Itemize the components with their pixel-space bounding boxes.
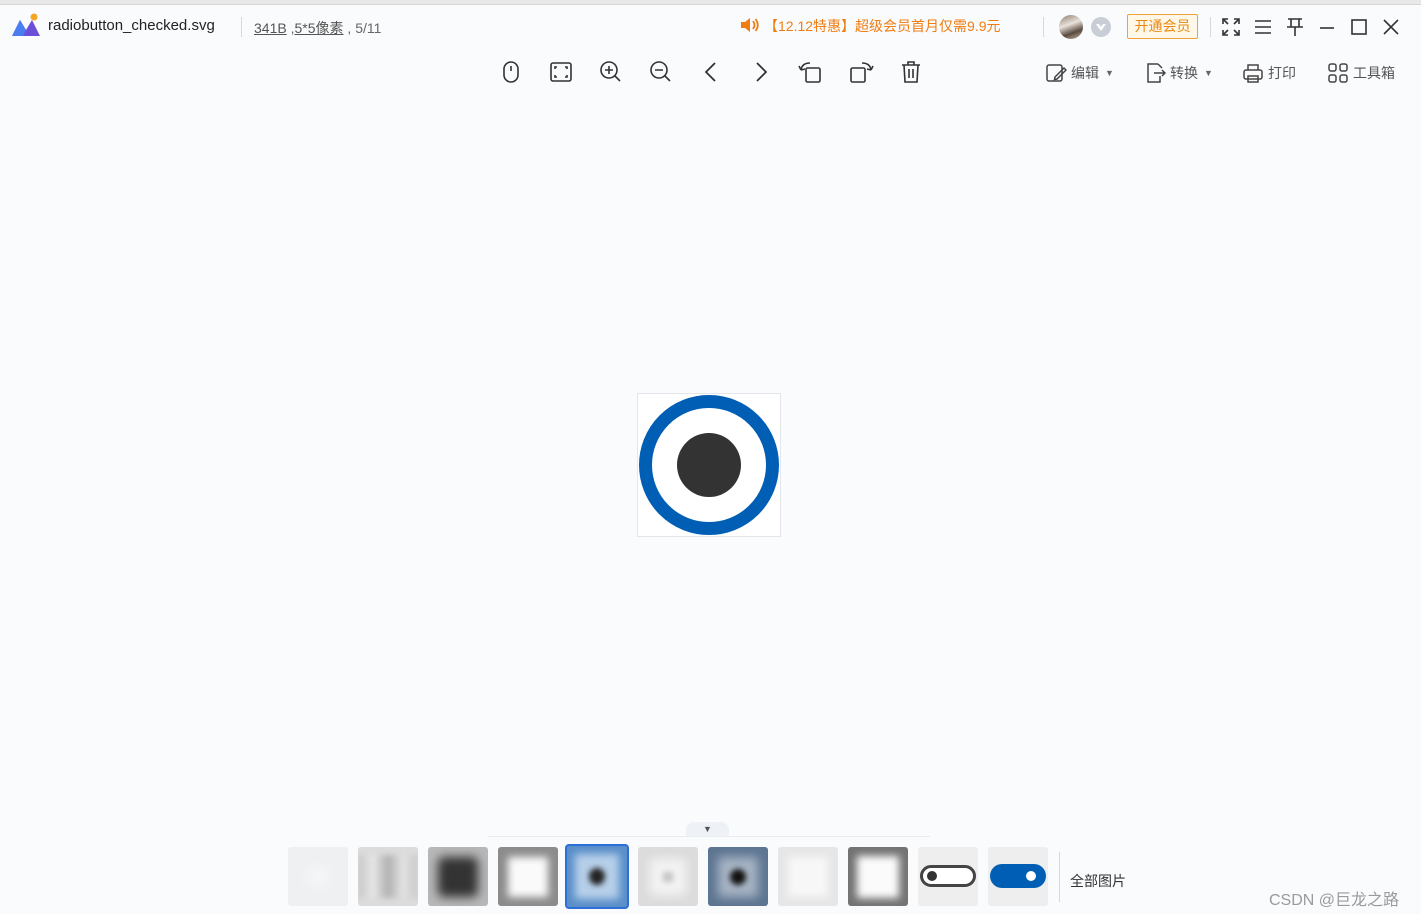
thumbnail-item[interactable]: [638, 847, 698, 906]
previous-image-button[interactable]: [697, 58, 725, 86]
rotate-right-icon: [850, 62, 874, 83]
zoom-in-icon: [600, 61, 621, 82]
edit-label: 编辑: [1071, 65, 1099, 81]
thumbnail-item[interactable]: [778, 847, 838, 906]
convert-icon: [1147, 63, 1166, 83]
caret-down-icon: ▼: [1204, 68, 1213, 78]
printer-icon: [1243, 64, 1263, 83]
open-vip-button[interactable]: 开通会员: [1127, 14, 1198, 39]
pin-icon[interactable]: [1283, 15, 1307, 39]
image-dimensions[interactable]: 5*5像素: [294, 20, 343, 36]
promo-banner[interactable]: 【12.12特惠】超级会员首月仅需9.9元: [740, 16, 1001, 36]
fullscreen-icon[interactable]: [1219, 15, 1243, 39]
all-images-link[interactable]: 全部图片: [1070, 871, 1126, 891]
thumbnail-item[interactable]: [848, 847, 908, 906]
file-info: 341B ,5*5像素 , 5/11: [254, 20, 382, 36]
file-name: radiobutton_checked.svg: [48, 17, 215, 34]
user-avatar[interactable]: [1059, 15, 1083, 39]
thumbnail-separator: [1059, 852, 1060, 902]
rotate-left-icon: [798, 62, 821, 83]
print-button[interactable]: 打印: [1242, 61, 1296, 85]
grid-icon: [1328, 63, 1348, 83]
next-image-button[interactable]: [747, 58, 775, 86]
delete-button[interactable]: [897, 58, 925, 86]
thumbnail-item[interactable]: [918, 847, 978, 906]
rotate-right-button[interactable]: [847, 58, 875, 86]
thumbnail-item[interactable]: [358, 847, 418, 906]
title-divider: [241, 17, 242, 37]
chevron-left-icon: [704, 62, 716, 82]
zoom-in-button[interactable]: [596, 58, 624, 86]
chevron-right-icon: [756, 62, 768, 82]
title-bar: radiobutton_checked.svg 341B ,5*5像素 , 5/…: [0, 5, 1421, 48]
title-divider: [1210, 17, 1211, 37]
thumbnail-item[interactable]: [288, 847, 348, 906]
thumbnail-item[interactable]: [708, 847, 768, 906]
caret-down-icon: ▼: [1105, 68, 1114, 78]
rotate-left-button[interactable]: [797, 58, 825, 86]
toolbox-button[interactable]: 工具箱: [1327, 61, 1395, 85]
zoom-out-button[interactable]: [646, 58, 674, 86]
trash-icon: [902, 61, 920, 83]
promo-text: 【12.12特惠】超级会员首月仅需9.9元: [764, 18, 1001, 34]
image-preview[interactable]: [637, 393, 781, 537]
edit-menu-button[interactable]: 编辑 ▼: [1045, 61, 1114, 85]
close-icon[interactable]: [1379, 15, 1403, 39]
fit-screen-icon: [550, 62, 572, 82]
vip-badge-icon[interactable]: [1090, 16, 1112, 38]
mouse-mode-button[interactable]: [497, 58, 525, 86]
file-size[interactable]: 341B: [254, 20, 287, 36]
edit-icon: [1046, 64, 1067, 82]
toolbox-label: 工具箱: [1353, 65, 1395, 81]
title-divider: [1043, 17, 1044, 37]
watermark-text: CSDN @巨龙之路: [1269, 892, 1400, 909]
zoom-out-icon: [650, 61, 671, 82]
maximize-icon[interactable]: [1347, 15, 1371, 39]
radiobutton-checked-image: [639, 395, 779, 535]
print-label: 打印: [1268, 65, 1296, 81]
convert-menu-button[interactable]: 转换 ▼: [1144, 61, 1213, 85]
thumbnail-item[interactable]: [498, 847, 558, 906]
caret-down-icon: ▼: [703, 824, 712, 834]
thumbnail-item-selected[interactable]: [565, 844, 629, 909]
image-position: 5/11: [355, 20, 382, 36]
thumbnail-item[interactable]: [988, 847, 1048, 906]
fit-window-button[interactable]: [547, 58, 575, 86]
app-logo-icon: [12, 13, 40, 36]
mouse-icon: [503, 61, 519, 83]
minimize-icon[interactable]: [1315, 15, 1339, 39]
thumbnail-item[interactable]: [428, 847, 488, 906]
collapse-thumbnails-button[interactable]: ▼: [686, 822, 729, 836]
thumbnail-divider: [488, 836, 930, 837]
speaker-icon: [741, 18, 759, 32]
menu-icon[interactable]: [1251, 15, 1275, 39]
convert-label: 转换: [1170, 65, 1198, 81]
viewer-toolbar: 编辑 ▼ 转换 ▼ 打印 工具箱: [0, 48, 1421, 98]
